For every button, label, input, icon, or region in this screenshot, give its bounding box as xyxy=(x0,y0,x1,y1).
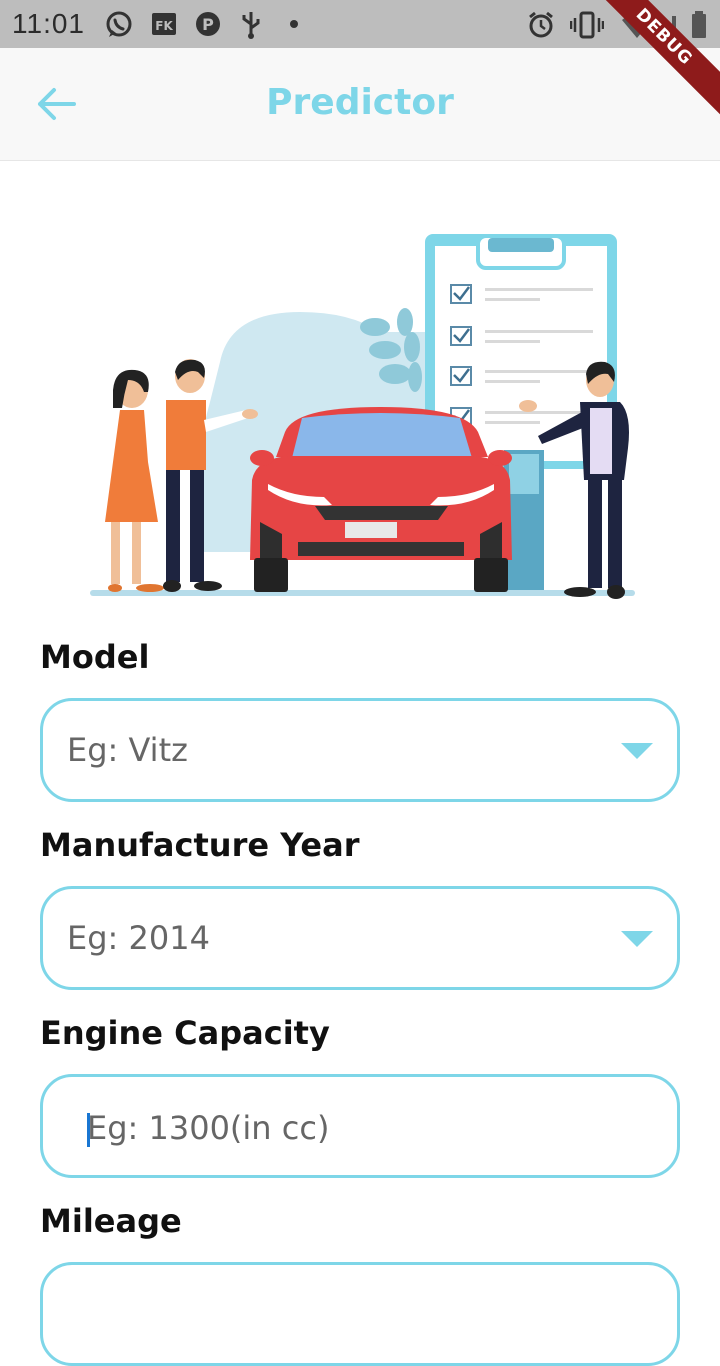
svg-text:FK: FK xyxy=(155,19,173,33)
fk-icon: FK xyxy=(152,13,176,35)
mileage-label: Mileage xyxy=(40,1202,182,1240)
model-dropdown-hint: Eg: Vitz xyxy=(67,731,188,769)
status-time: 11:01 xyxy=(12,8,85,39)
car-dealer-illustration xyxy=(90,234,635,599)
engine-capacity-input[interactable] xyxy=(85,1101,649,1155)
model-label: Model xyxy=(40,638,150,676)
manufacture-year-label: Manufacture Year xyxy=(40,826,360,864)
manufacture-year-dropdown-hint: Eg: 2014 xyxy=(67,919,210,957)
engine-capacity-label: Engine Capacity xyxy=(40,1014,330,1052)
whatsapp-icon xyxy=(106,11,132,37)
app-bar: Predictor xyxy=(0,48,720,161)
model-dropdown[interactable]: Eg: Vitz xyxy=(40,698,680,802)
mileage-input[interactable] xyxy=(40,1262,680,1366)
dropdown-arrow-icon xyxy=(621,931,653,947)
svg-text:P: P xyxy=(202,15,214,34)
dropdown-arrow-icon xyxy=(621,743,653,759)
alarm-icon xyxy=(529,11,553,38)
dot-icon xyxy=(290,20,298,28)
page-title: Predictor xyxy=(266,82,454,123)
text-cursor xyxy=(87,1113,90,1147)
p-icon: P xyxy=(196,12,220,36)
usb-icon xyxy=(242,12,260,39)
engine-capacity-field xyxy=(40,1074,680,1178)
battery-icon xyxy=(692,11,706,38)
vibrate-icon xyxy=(570,11,604,39)
manufacture-year-dropdown[interactable]: Eg: 2014 xyxy=(40,886,680,990)
